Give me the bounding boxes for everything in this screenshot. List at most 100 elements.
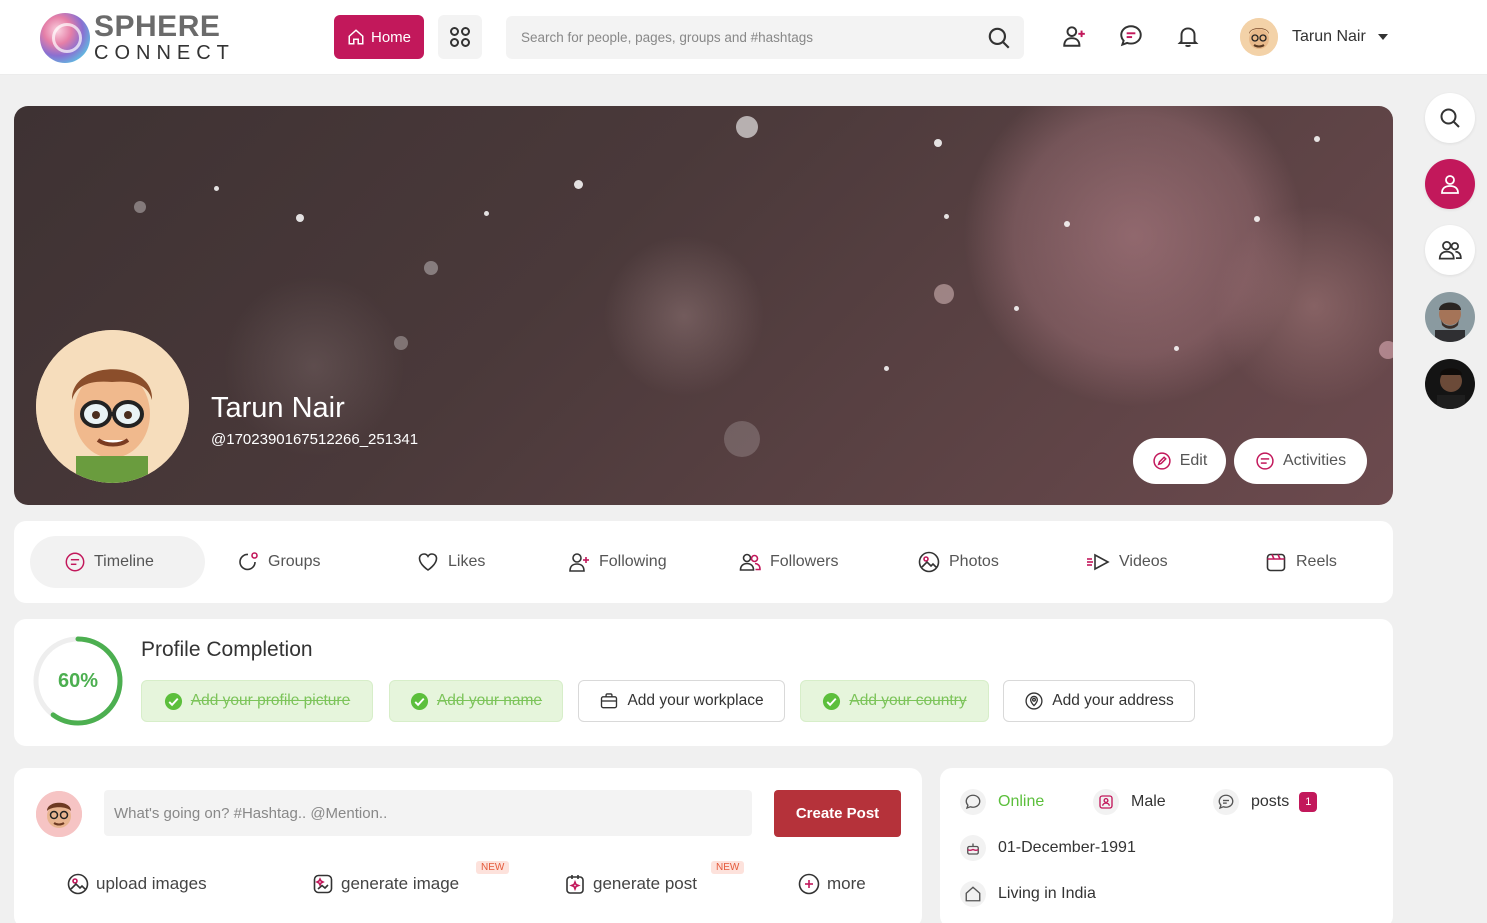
cake-icon	[960, 835, 986, 861]
search-icon	[1440, 108, 1460, 128]
image-upload-icon	[67, 873, 89, 895]
brand-logo[interactable]: SPHERE CONNECT	[40, 12, 235, 63]
new-badge: NEW	[476, 861, 510, 874]
apps-grid-button[interactable]	[438, 15, 482, 59]
check-circle-icon	[410, 692, 428, 710]
timeline-icon	[65, 552, 85, 572]
rail-profile-button[interactable]	[1425, 159, 1475, 209]
posts-item[interactable]: posts 1	[1213, 789, 1318, 815]
check-circle-icon	[164, 692, 182, 710]
tab-reels[interactable]: Reels	[1230, 536, 1355, 588]
home-button[interactable]: Home	[334, 15, 424, 59]
upload-images-button[interactable]: upload images	[66, 872, 207, 896]
tab-label: Following	[599, 553, 667, 570]
tab-label: Photos	[949, 553, 999, 570]
tab-following[interactable]: Following	[533, 536, 685, 588]
notifications-button[interactable]	[1174, 22, 1202, 50]
profile-avatar[interactable]	[36, 330, 189, 483]
tab-label: Videos	[1119, 553, 1168, 570]
user-name: Tarun Nair	[1292, 28, 1366, 45]
user-icon	[1441, 175, 1459, 194]
status-item: Online	[960, 789, 1044, 815]
tab-timeline[interactable]: Timeline	[30, 536, 205, 588]
post-input[interactable]	[104, 790, 752, 836]
user-menu[interactable]: Tarun Nair	[1240, 18, 1388, 56]
search-input[interactable]	[506, 16, 966, 59]
online-status: Online	[998, 793, 1045, 810]
create-post-button[interactable]: Create Post	[774, 790, 901, 837]
edit-profile-button[interactable]: Edit	[1133, 438, 1226, 484]
tab-label: Groups	[268, 553, 321, 570]
sphere-logo-icon	[40, 12, 90, 63]
completion-title: Profile Completion	[141, 638, 313, 661]
photo-icon	[918, 551, 940, 573]
action-label: generate image	[341, 874, 460, 893]
top-header: SPHERE CONNECT Home Tarun Nair	[0, 0, 1487, 75]
search-icon[interactable]	[986, 25, 1012, 51]
location-item: Living in India	[960, 881, 1096, 907]
gender-item: Male	[1093, 789, 1166, 815]
generate-post-button[interactable]: generate post	[563, 872, 697, 896]
activities-label: Activities	[1282, 452, 1347, 469]
completion-percent: 60%	[57, 669, 99, 692]
tab-likes[interactable]: Likes	[382, 536, 503, 588]
ai-image-icon	[313, 874, 333, 894]
home-button-label: Home	[370, 28, 411, 46]
gender-value: Male	[1131, 793, 1166, 810]
tab-label: Likes	[448, 553, 486, 570]
add-user-icon	[1063, 26, 1085, 47]
brand-name-line1: SPHERE	[94, 10, 221, 43]
home-icon	[348, 29, 364, 45]
step-label: Add your name	[436, 692, 543, 709]
users-icon	[1438, 241, 1462, 260]
plus-circle-icon	[798, 873, 820, 895]
tab-label: Reels	[1296, 553, 1337, 570]
tab-label: Followers	[770, 553, 839, 570]
reels-icon	[1266, 553, 1286, 572]
add-workplace-button[interactable]: Add your workplace	[578, 680, 785, 722]
profile-tabs: Timeline Groups Likes Following Follower…	[14, 521, 1393, 603]
tab-followers[interactable]: Followers	[704, 536, 856, 588]
action-label: upload images	[96, 874, 207, 893]
action-label: generate post	[593, 874, 697, 893]
location-pin-icon	[1025, 692, 1043, 710]
step-label: Add your country	[849, 692, 967, 709]
tab-label: Timeline	[94, 553, 154, 570]
more-options-button[interactable]: more	[797, 872, 866, 896]
profile-info-card: Online Male posts 1 01-December-1991 Liv…	[940, 768, 1393, 923]
tab-videos[interactable]: Videos	[1051, 536, 1186, 588]
rail-contact-avatar[interactable]	[1425, 292, 1475, 342]
friend-requests-button[interactable]	[1060, 22, 1088, 50]
birthday-item: 01-December-1991	[960, 835, 1136, 861]
composer-avatar	[36, 791, 82, 837]
activity-icon	[1256, 452, 1274, 470]
location-value: Living in India	[998, 885, 1096, 902]
generate-image-button[interactable]: generate image	[311, 872, 459, 896]
groups-icon	[239, 552, 258, 571]
step-country: Add your country	[800, 680, 989, 722]
briefcase-icon	[601, 693, 618, 709]
messages-button[interactable]	[1117, 22, 1145, 50]
ai-post-icon	[566, 875, 584, 894]
home-icon	[960, 881, 986, 907]
rail-search-button[interactable]	[1425, 93, 1475, 143]
tab-photos[interactable]: Photos	[883, 536, 1017, 588]
online-status-icon	[960, 789, 986, 815]
activities-button[interactable]: Activities	[1234, 438, 1367, 484]
rail-contact-avatar[interactable]	[1425, 359, 1475, 409]
tab-groups[interactable]: Groups	[202, 536, 338, 588]
rail-groups-button[interactable]	[1425, 225, 1475, 275]
step-label: Add your address	[1052, 692, 1174, 709]
bell-icon	[1177, 27, 1199, 47]
check-circle-icon	[823, 692, 841, 710]
add-user-icon	[569, 553, 589, 572]
apps-grid-icon	[450, 27, 470, 47]
profile-name: Tarun Nair	[211, 392, 345, 424]
global-search	[506, 16, 1024, 59]
step-profile-picture: Add your profile picture	[141, 680, 373, 722]
chevron-down-icon	[1377, 34, 1388, 40]
user-avatar	[1240, 18, 1278, 56]
add-address-button[interactable]: Add your address	[1003, 680, 1195, 722]
users-icon	[739, 553, 761, 571]
posts-count-badge: 1	[1299, 792, 1318, 812]
